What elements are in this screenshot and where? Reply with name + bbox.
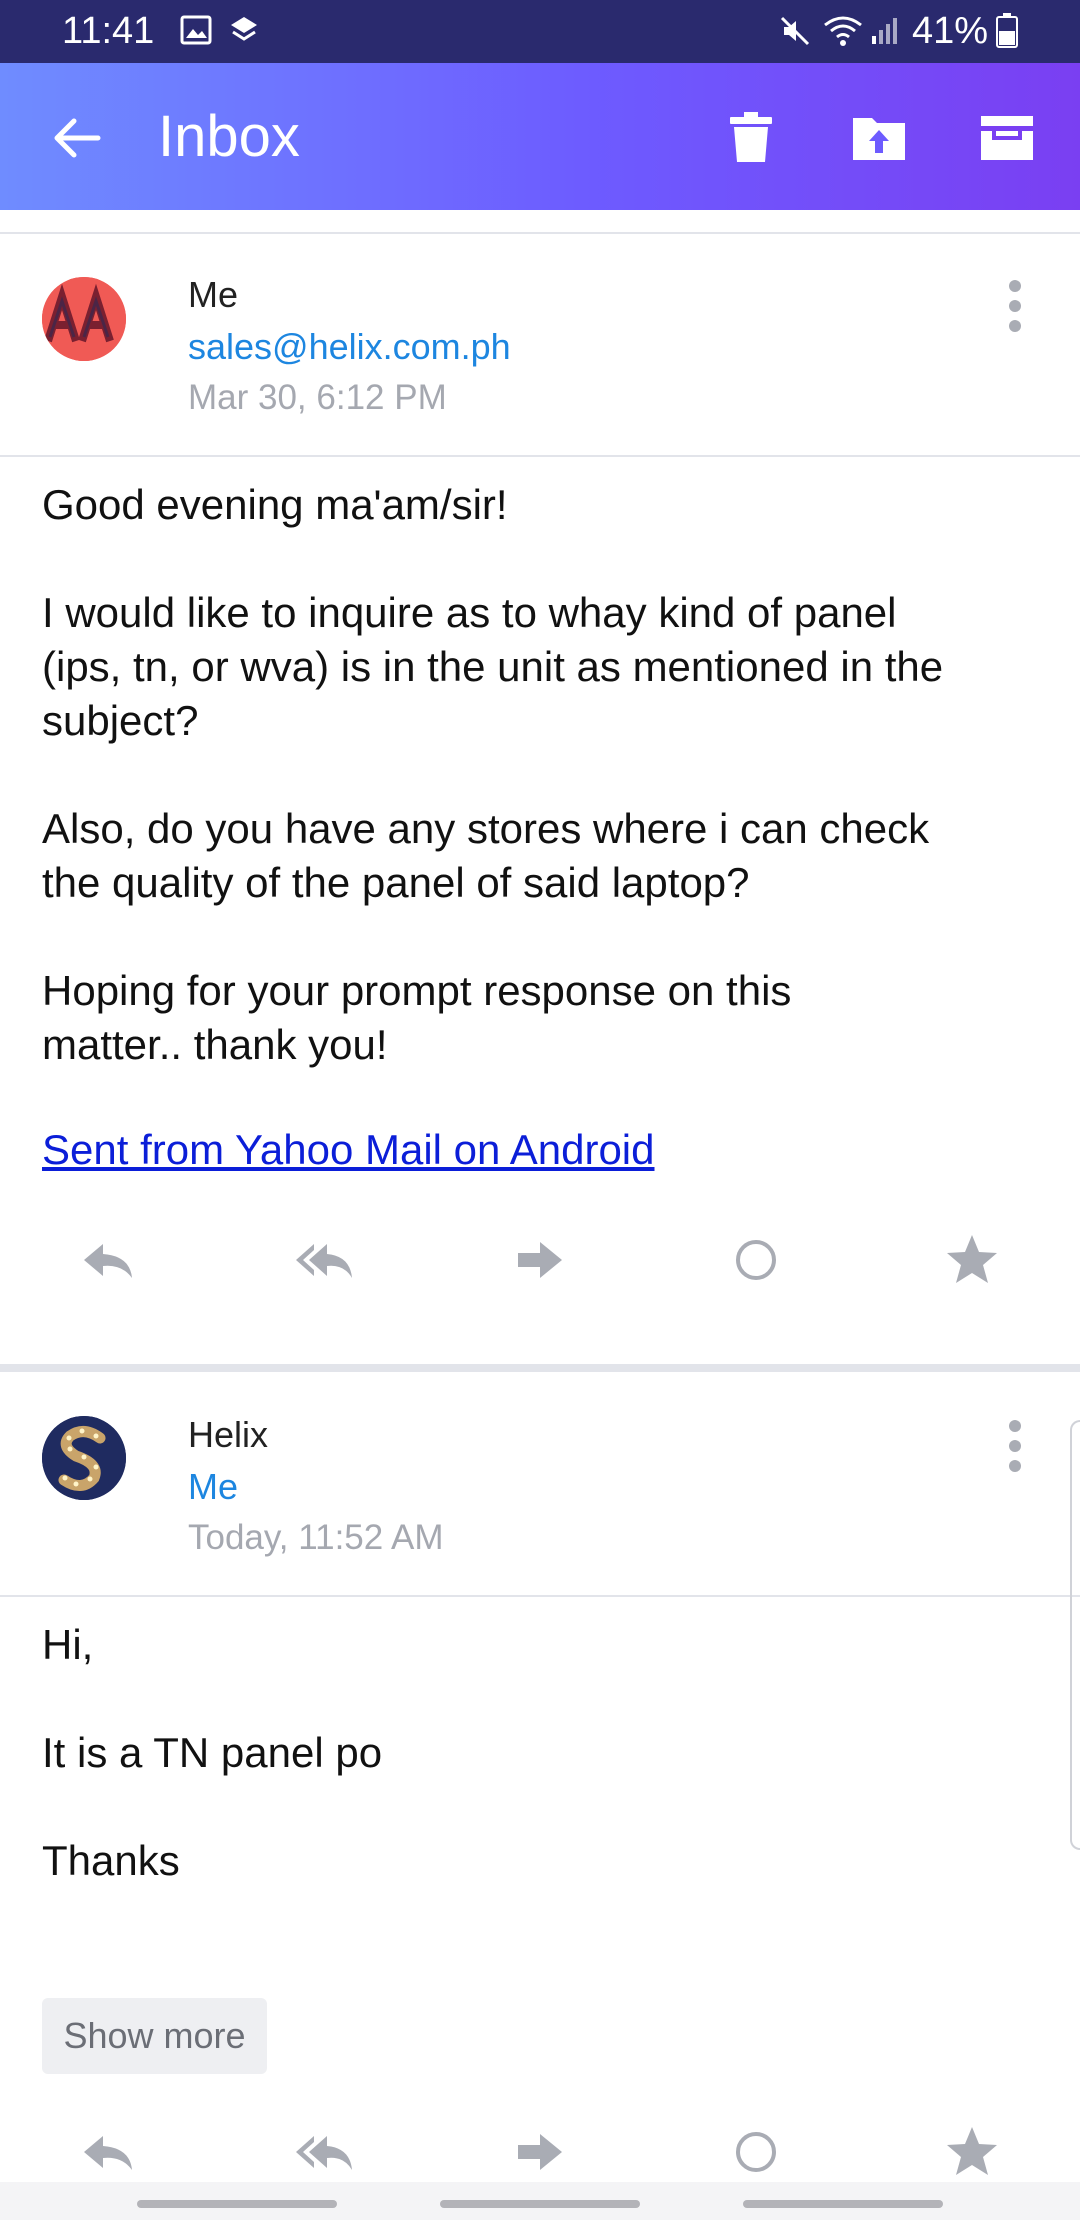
nav-home-handle[interactable] bbox=[440, 2200, 640, 2208]
body-paragraph: Also, do you have any stores where i can… bbox=[42, 805, 930, 906]
page-title: Inbox bbox=[158, 104, 300, 169]
body-paragraph: Hoping for your prompt response on this … bbox=[42, 967, 792, 1068]
message-date: Today, 11:52 AM bbox=[188, 1518, 444, 1557]
status-bar: 11:41 41% bbox=[0, 0, 1080, 63]
divider bbox=[0, 232, 1080, 234]
gallery-icon bbox=[180, 15, 212, 45]
reply-icon[interactable] bbox=[78, 2122, 138, 2182]
body-paragraph: Thanks bbox=[42, 1837, 180, 1884]
status-time: 11:41 bbox=[62, 10, 155, 52]
sender-name: Me bbox=[188, 274, 239, 315]
more-vert-icon[interactable] bbox=[1000, 276, 1030, 336]
show-more-button[interactable]: Show more bbox=[42, 1998, 267, 2074]
system-nav-bar bbox=[0, 2182, 1080, 2220]
star-icon[interactable] bbox=[942, 2122, 1002, 2182]
app-bar: Inbox bbox=[0, 63, 1080, 210]
avatar-image bbox=[42, 277, 126, 361]
star-icon[interactable] bbox=[942, 1230, 1002, 1290]
mute-icon bbox=[780, 16, 810, 46]
trash-icon[interactable] bbox=[722, 108, 780, 166]
more-vert-icon[interactable] bbox=[1000, 1416, 1030, 1476]
battery-icon bbox=[996, 13, 1018, 48]
mark-unread-icon[interactable] bbox=[726, 2122, 786, 2182]
scroll-handle[interactable] bbox=[1070, 1420, 1080, 1850]
move-folder-icon[interactable] bbox=[850, 108, 908, 166]
forward-icon[interactable] bbox=[510, 2122, 570, 2182]
avatar-image bbox=[42, 1416, 126, 1500]
message-separator bbox=[0, 1364, 1080, 1372]
back-arrow-icon[interactable] bbox=[48, 110, 104, 166]
message-1-actions bbox=[0, 1230, 1080, 1300]
archive-icon[interactable] bbox=[978, 108, 1036, 166]
avatar[interactable] bbox=[42, 1416, 126, 1500]
mark-unread-icon[interactable] bbox=[726, 1230, 786, 1290]
recipient-address[interactable]: sales@helix.com.ph bbox=[188, 326, 511, 368]
battery-percent: 41% bbox=[912, 10, 989, 52]
avatar[interactable] bbox=[42, 277, 126, 361]
body-paragraph: I would like to inquire as to whay kind … bbox=[42, 589, 944, 744]
body-paragraph: Hi, bbox=[42, 1621, 94, 1668]
signal-icon bbox=[872, 18, 897, 44]
wifi-icon bbox=[824, 16, 862, 46]
layers-icon bbox=[231, 17, 257, 41]
reply-icon[interactable] bbox=[78, 1230, 138, 1290]
reply-all-icon[interactable] bbox=[294, 2122, 354, 2182]
recipient-address[interactable]: Me bbox=[188, 1466, 238, 1508]
body-paragraph: It is a TN panel po bbox=[42, 1729, 383, 1776]
nav-back-handle[interactable] bbox=[743, 2200, 943, 2208]
message-date: Mar 30, 6:12 PM bbox=[188, 378, 447, 417]
divider bbox=[0, 1595, 1080, 1597]
signature-link[interactable]: Sent from Yahoo Mail on Android bbox=[42, 1126, 655, 1174]
forward-icon[interactable] bbox=[510, 1230, 570, 1290]
divider bbox=[0, 455, 1080, 457]
sender-name: Helix bbox=[188, 1414, 269, 1455]
body-paragraph: Good evening ma'am/sir! bbox=[42, 481, 508, 528]
reply-all-icon[interactable] bbox=[294, 1230, 354, 1290]
nav-recents-handle[interactable] bbox=[137, 2200, 337, 2208]
